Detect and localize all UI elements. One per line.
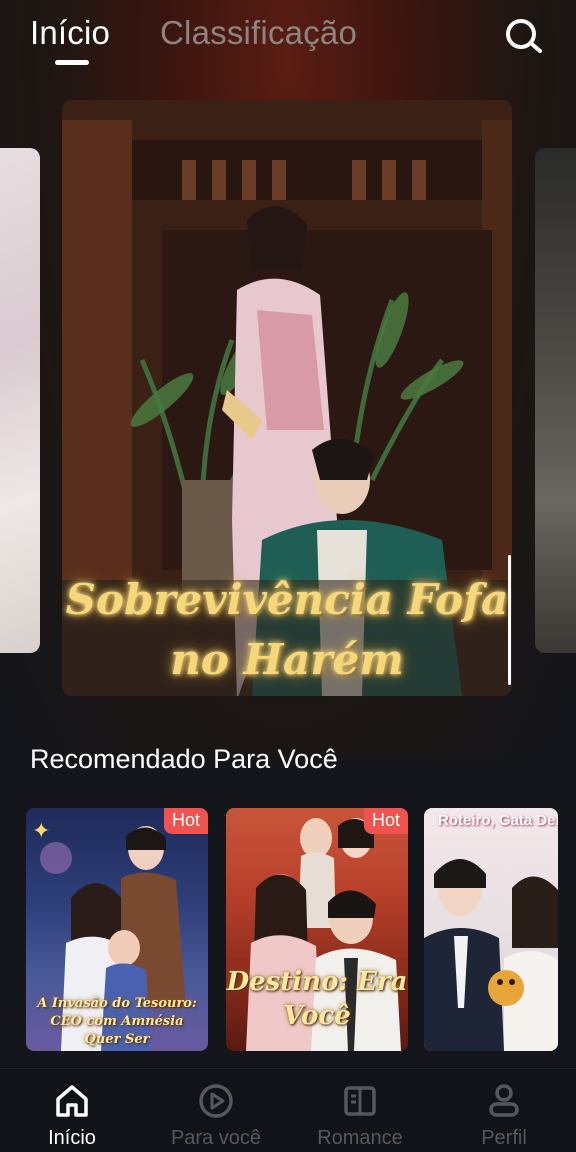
poster-image: [424, 859, 558, 1051]
nav-item-inicio[interactable]: Início: [7, 1069, 137, 1152]
nav-label: Perfil: [481, 1127, 527, 1149]
hot-badge: Hot: [163, 808, 208, 834]
banner-carousel[interactable]: Sobrevivência Fofa no Harém: [0, 100, 576, 700]
search-icon: [506, 19, 542, 53]
banner-title-line2: no Harém: [170, 635, 404, 684]
home-icon: [56, 1085, 88, 1117]
nav-item-para-voce[interactable]: Para você: [151, 1069, 281, 1152]
person-icon: [489, 1084, 519, 1117]
nav-label: Romance: [317, 1127, 403, 1149]
tab-inicio[interactable]: Início: [30, 14, 110, 52]
hot-badge: Hot: [363, 808, 408, 834]
banner-progress-indicator: [508, 555, 511, 685]
recommended-card[interactable]: ✦ Hot A Invasão do Tesouro: CEO com Amné…: [26, 808, 208, 1051]
svg-text:✦: ✦: [32, 818, 50, 843]
nav-item-romance[interactable]: Romance: [295, 1069, 425, 1152]
recommended-list[interactable]: ✦ Hot A Invasão do Tesouro: CEO com Amné…: [0, 808, 576, 1052]
nav-item-perfil[interactable]: Perfil: [439, 1069, 569, 1152]
section-title-recommended: Recomendado Para Você: [30, 744, 338, 774]
book-icon: [344, 1086, 376, 1116]
active-tab-indicator: [55, 60, 89, 65]
recommended-card[interactable]: Roteiro, Gata Den: [424, 808, 558, 1051]
top-bar: Início Classificação: [0, 0, 576, 80]
recommended-card[interactable]: Hot Destino: Era Você: [226, 808, 408, 1051]
carousel-card-current[interactable]: Sobrevivência Fofa no Harém: [62, 100, 512, 696]
banner-title-line1: Sobrevivência Fofa: [65, 575, 509, 624]
play-circle-icon: [199, 1084, 233, 1118]
tab-classificacao[interactable]: Classificação: [160, 14, 357, 52]
nav-label: Para você: [170, 1127, 262, 1149]
poster-caption: A Invasão do Tesouro: CEO com Amnésia Qu…: [37, 996, 197, 1047]
carousel-card-next[interactable]: [535, 148, 576, 653]
carousel-card-previous[interactable]: [0, 148, 40, 653]
bottom-navigation: Início Para você Romance Perfil: [0, 1068, 576, 1152]
search-button[interactable]: [500, 14, 548, 58]
poster-caption: Destino: Era Você: [226, 967, 408, 1031]
poster-caption: Roteiro, Gata Den: [438, 812, 558, 829]
nav-label: Início: [48, 1127, 96, 1149]
